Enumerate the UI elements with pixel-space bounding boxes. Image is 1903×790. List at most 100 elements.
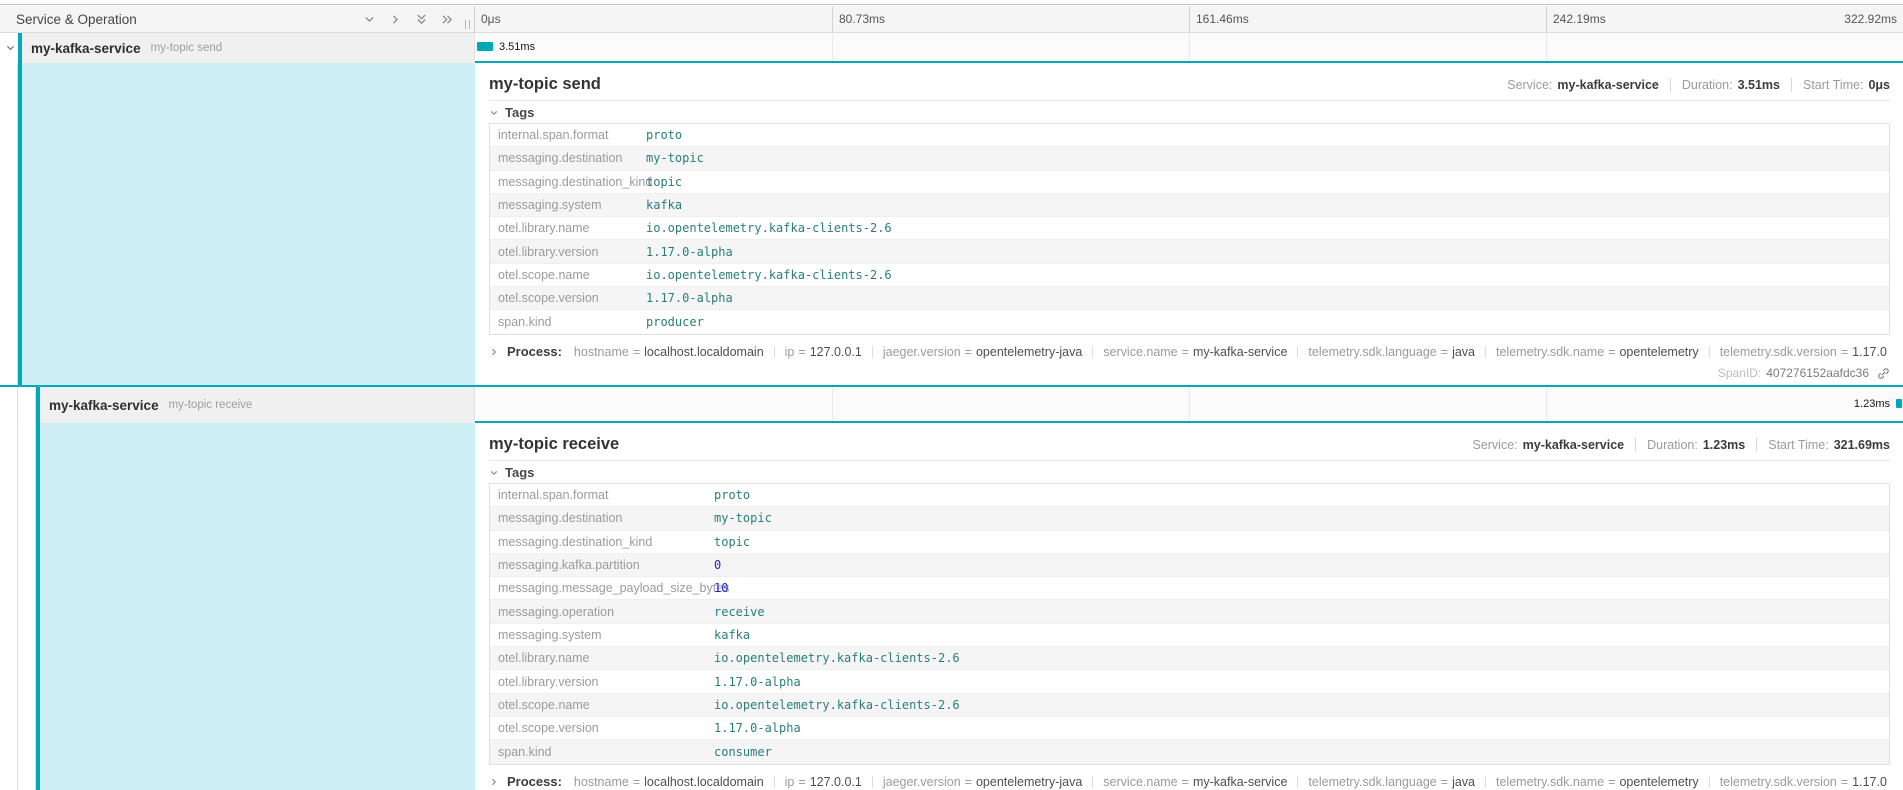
span-detail-backdrop <box>40 423 475 790</box>
service-operation-title: Service & Operation <box>0 12 363 27</box>
tag-row: internal.span.formatproto <box>490 124 1889 147</box>
span-bar-cell[interactable]: 3.51ms <box>475 33 1903 63</box>
tag-row: span.kindconsumer <box>490 740 1889 763</box>
process-separator <box>1297 776 1298 788</box>
chevron-right-icon <box>489 777 499 787</box>
tag-value: kafka <box>714 628 750 642</box>
span-name-cell[interactable]: my-kafka-service my-topic receive <box>0 387 475 423</box>
tag-value: 10 <box>714 581 728 595</box>
span-row-my-topic-send[interactable]: my-kafka-service my-topic send 3.51ms <box>0 33 1903 63</box>
span-duration-bar[interactable] <box>1896 399 1902 408</box>
meta-separator <box>1791 78 1792 92</box>
chevron-down-icon <box>489 108 499 118</box>
tag-value: proto <box>646 128 682 142</box>
tags-section-toggle[interactable]: Tags <box>489 465 1890 480</box>
double-chevron-down-icon[interactable] <box>415 13 428 26</box>
tag-row: messaging.kafka.partition0 <box>490 554 1889 577</box>
grid-line <box>1189 387 1190 421</box>
tag-row: internal.span.formatproto <box>490 484 1889 507</box>
process-kv: service.name=my-kafka-service <box>1103 345 1287 359</box>
process-separator <box>1092 346 1093 358</box>
process-separator <box>872 346 873 358</box>
tag-value: consumer <box>714 745 772 759</box>
process-section-toggle[interactable]: Process: hostname=localhost.localdomain … <box>489 773 1890 790</box>
tags-section-toggle[interactable]: Tags <box>489 105 1890 120</box>
span-operation-name: my-topic receive <box>169 399 253 411</box>
deep-link-icon[interactable] <box>1877 367 1890 380</box>
tags-table: internal.span.formatproto messaging.dest… <box>489 123 1890 335</box>
tag-key: otel.scope.version <box>490 291 646 305</box>
grid-line <box>1546 387 1547 421</box>
tag-row: otel.library.nameio.opentelemetry.kafka-… <box>490 217 1889 240</box>
tag-value: topic <box>714 535 750 549</box>
tag-value: proto <box>714 488 750 502</box>
tag-key: otel.library.version <box>490 245 646 259</box>
tag-row: messaging.systemkafka <box>490 624 1889 647</box>
span-bar-cell[interactable]: 1.23ms <box>475 387 1903 423</box>
span-duration-bar[interactable] <box>477 42 493 51</box>
process-section-toggle[interactable]: Process: hostname=localhost.localdomain … <box>489 343 1890 361</box>
tag-value: topic <box>646 175 682 189</box>
grid-line <box>1189 33 1190 61</box>
duration-label: Duration: <box>1647 438 1698 452</box>
tag-key: otel.scope.name <box>490 268 646 282</box>
process-kv: hostname=localhost.localdomain <box>574 345 764 359</box>
tag-row: otel.library.version1.17.0-alpha <box>490 240 1889 263</box>
span-color-accent <box>18 33 22 63</box>
chevron-right-icon[interactable] <box>389 13 402 26</box>
process-separator <box>872 776 873 788</box>
service-label: Service: <box>1507 78 1552 92</box>
ruler-tick-label: 242.19ms <box>1553 12 1606 26</box>
process-separator <box>1709 346 1710 358</box>
start-time-label: Start Time: <box>1803 78 1863 92</box>
tag-key: messaging.system <box>490 198 646 212</box>
tag-row: otel.scope.version1.17.0-alpha <box>490 287 1889 310</box>
tag-value: io.opentelemetry.kafka-clients-2.6 <box>714 698 960 712</box>
divider <box>489 460 1890 461</box>
tag-value: 1.17.0-alpha <box>714 721 801 735</box>
tag-key: otel.library.name <box>490 651 714 665</box>
ruler-tick: 161.46ms <box>1189 6 1546 32</box>
tag-key: span.kind <box>490 315 646 329</box>
double-chevron-right-icon[interactable] <box>441 13 454 26</box>
tag-key: messaging.destination_kind <box>490 175 646 189</box>
span-row-my-topic-receive[interactable]: my-kafka-service my-topic receive 1.23ms <box>0 387 1903 423</box>
timeline-header: Service & Operation 0μs 80.73ms 161.46ms… <box>0 6 1903 33</box>
chevron-right-icon <box>489 347 499 357</box>
tag-row: otel.scope.nameio.opentelemetry.kafka-cl… <box>490 694 1889 717</box>
process-separator <box>1709 776 1710 788</box>
tag-value: kafka <box>646 198 682 212</box>
top-strip <box>0 0 1903 5</box>
column-resizer-grip[interactable] <box>465 20 470 29</box>
service-value: my-kafka-service <box>1523 438 1624 452</box>
span-service-name: my-kafka-service <box>49 398 159 413</box>
tag-key: otel.scope.name <box>490 698 714 712</box>
tags-section-label: Tags <box>505 105 534 120</box>
collapse-caret-icon[interactable] <box>5 43 16 54</box>
span-detail-title: my-topic receive <box>489 435 1472 454</box>
tag-row: messaging.destination_kindtopic <box>490 531 1889 554</box>
start-time-value: 321.69ms <box>1834 438 1890 452</box>
timeline-ruler: 0μs 80.73ms 161.46ms 242.19ms 322.92ms <box>475 6 1903 32</box>
chevron-down-icon[interactable] <box>363 13 376 26</box>
span-detail-panel: my-topic send Service:my-kafka-service D… <box>475 63 1903 385</box>
start-time-value: 0μs <box>1868 78 1890 92</box>
tag-value: 0 <box>714 558 721 572</box>
span-duration-label: 3.51ms <box>499 41 535 53</box>
ruler-tick-label: 80.73ms <box>839 12 885 26</box>
ruler-tick-label: 161.46ms <box>1196 12 1249 26</box>
span-detail-left-gutter <box>0 423 475 790</box>
tag-key: internal.span.format <box>490 488 714 502</box>
span-detail-left-gutter <box>0 63 475 385</box>
tag-key: messaging.destination <box>490 511 714 525</box>
span-detail-panel: my-topic receive Service:my-kafka-servic… <box>475 423 1903 790</box>
process-separator <box>1485 776 1486 788</box>
tree-guide-line <box>17 423 18 790</box>
process-kv: ip=127.0.0.1 <box>785 775 862 789</box>
expand-collapse-controls <box>363 13 454 26</box>
tag-value: my-topic <box>646 151 704 165</box>
span-name-cell[interactable]: my-kafka-service my-topic send <box>0 33 475 63</box>
process-separator <box>1297 346 1298 358</box>
tag-key: messaging.message_payload_size_bytes <box>490 581 714 595</box>
span-id-label: SpanID: <box>1718 366 1761 380</box>
